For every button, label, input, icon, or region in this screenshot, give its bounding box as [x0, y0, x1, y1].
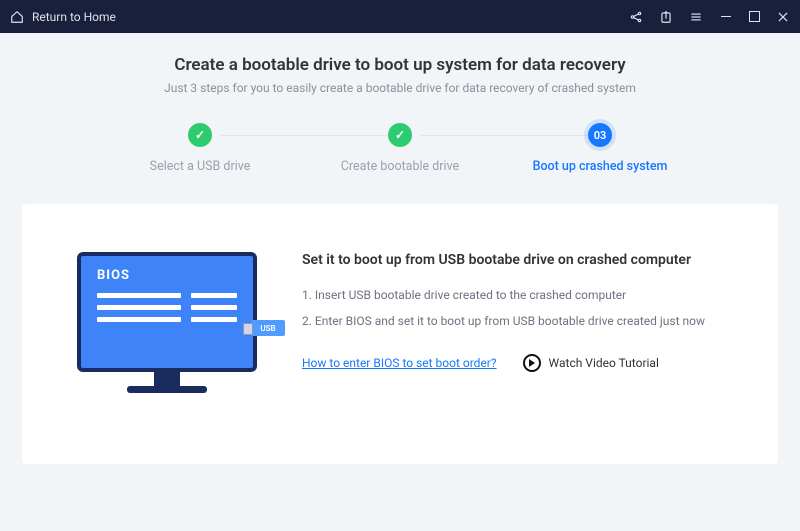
step-active-badge: 03: [588, 123, 612, 147]
titlebar-actions: [629, 10, 790, 24]
share-icon[interactable]: [629, 10, 643, 24]
bios-illustration: BIOS USB: [62, 252, 272, 393]
return-home-label: Return to Home: [32, 10, 116, 24]
step-done-icon: [388, 123, 412, 147]
return-home-button[interactable]: Return to Home: [10, 10, 116, 24]
step-3: 03 Boot up crashed system: [520, 123, 680, 174]
step-1: Select a USB drive: [120, 123, 280, 174]
instruction-line-1: 1. Insert USB bootable drive created to …: [302, 288, 738, 302]
minimize-button[interactable]: [719, 10, 733, 24]
page-title: Create a bootable drive to boot up syste…: [0, 55, 800, 75]
page-heading: Create a bootable drive to boot up syste…: [0, 33, 800, 95]
bios-label: BIOS: [97, 268, 237, 283]
step-1-label: Select a USB drive: [150, 159, 251, 174]
usb-icon: USB: [251, 320, 285, 336]
watch-video-button[interactable]: Watch Video Tutorial: [523, 354, 659, 372]
stepper: Select a USB drive Create bootable drive…: [120, 123, 680, 174]
content-title: Set it to boot up from USB bootabe drive…: [302, 252, 738, 268]
step-2-label: Create bootable drive: [341, 159, 459, 174]
step-2: Create bootable drive: [320, 123, 480, 174]
home-icon: [10, 10, 24, 24]
titlebar: Return to Home: [0, 0, 800, 33]
bios-help-link[interactable]: How to enter BIOS to set boot order?: [302, 356, 497, 370]
export-icon[interactable]: [659, 10, 673, 24]
close-button[interactable]: [776, 10, 790, 24]
instructions: Set it to boot up from USB bootabe drive…: [272, 252, 738, 372]
step-3-label: Boot up crashed system: [533, 159, 668, 174]
content-card: BIOS USB Set it to boot up from USB boot…: [22, 204, 778, 464]
play-icon: [523, 354, 541, 372]
maximize-button[interactable]: [749, 11, 760, 22]
watch-video-label: Watch Video Tutorial: [549, 356, 659, 370]
menu-icon[interactable]: [689, 10, 703, 24]
footer-links: How to enter BIOS to set boot order? Wat…: [302, 354, 738, 372]
page-subtitle: Just 3 steps for you to easily create a …: [0, 81, 800, 95]
step-done-icon: [188, 123, 212, 147]
instruction-line-2: 2. Enter BIOS and set it to boot up from…: [302, 314, 738, 328]
